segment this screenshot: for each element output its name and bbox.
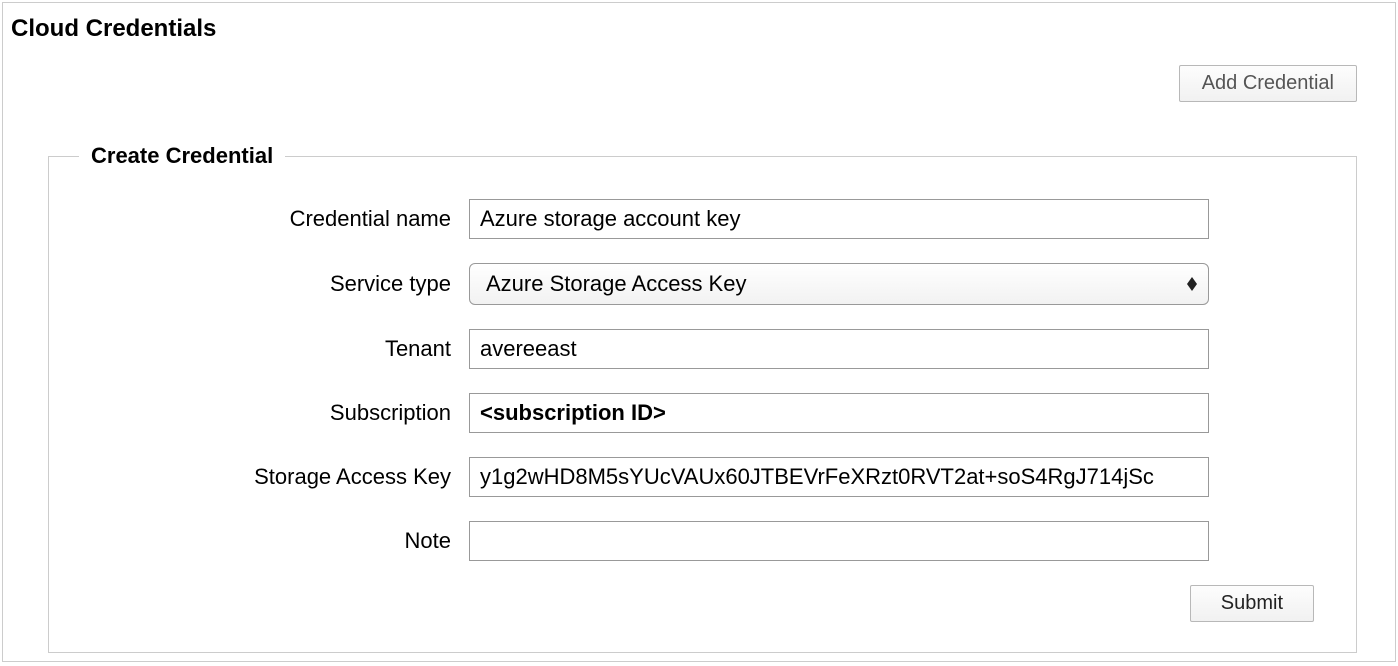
submit-row: Submit <box>49 585 1316 622</box>
row-subscription: Subscription <box>49 393 1316 433</box>
create-credential-fieldset: Create Credential Credential name Servic… <box>48 143 1357 653</box>
subscription-field[interactable] <box>469 393 1209 433</box>
page-title: Cloud Credentials <box>3 3 1395 43</box>
top-actions: Add Credential <box>1179 65 1357 102</box>
row-note: Note <box>49 521 1316 561</box>
credential-name-label: Credential name <box>49 206 469 232</box>
row-tenant: Tenant <box>49 329 1316 369</box>
add-credential-button[interactable]: Add Credential <box>1179 65 1357 102</box>
tenant-label: Tenant <box>49 336 469 362</box>
tenant-field[interactable] <box>469 329 1209 369</box>
subscription-label: Subscription <box>49 400 469 426</box>
storage-access-key-label: Storage Access Key <box>49 464 469 490</box>
service-type-select[interactable]: Azure Storage Access Key <box>469 263 1209 305</box>
note-field[interactable] <box>469 521 1209 561</box>
row-credential-name: Credential name <box>49 199 1316 239</box>
note-label: Note <box>49 528 469 554</box>
submit-button[interactable]: Submit <box>1190 585 1314 622</box>
storage-access-key-field[interactable] <box>469 457 1209 497</box>
service-type-label: Service type <box>49 271 469 297</box>
cloud-credentials-panel: Cloud Credentials Add Credential Create … <box>2 2 1396 662</box>
row-storage-access-key: Storage Access Key <box>49 457 1316 497</box>
row-service-type: Service type Azure Storage Access Key <box>49 263 1316 305</box>
service-type-selected-value: Azure Storage Access Key <box>486 271 746 297</box>
form-legend: Create Credential <box>79 143 285 169</box>
credential-name-field[interactable] <box>469 199 1209 239</box>
